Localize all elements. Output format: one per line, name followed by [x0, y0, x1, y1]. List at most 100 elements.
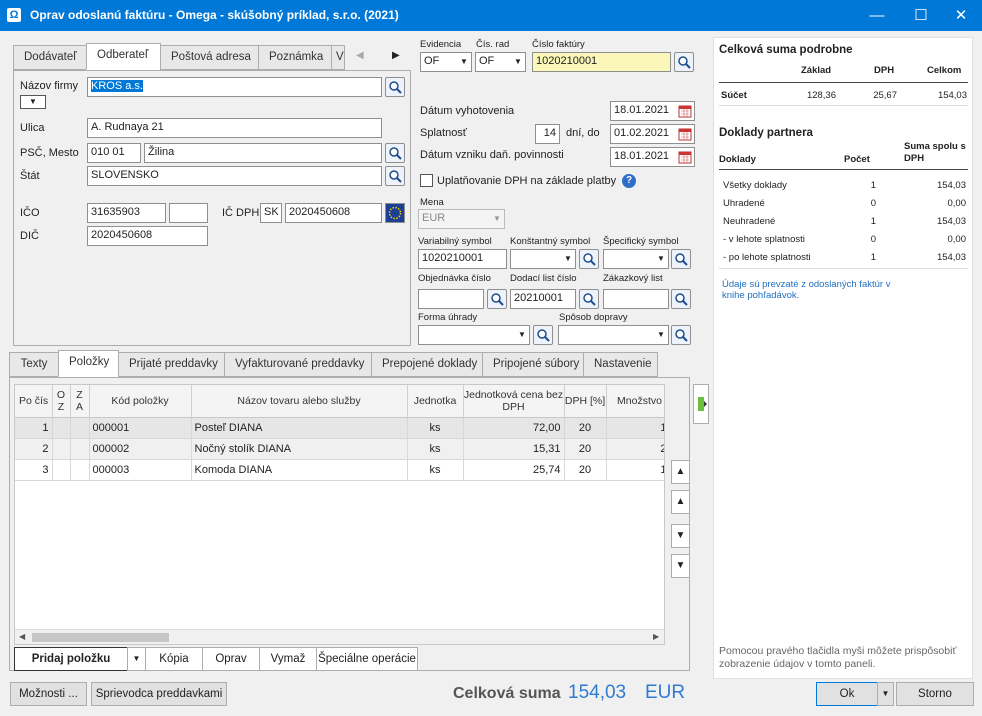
date-issued-input[interactable]: 18.01.2021 [610, 101, 695, 121]
delivery-input[interactable]: 20210001 [510, 289, 576, 309]
icdph-prefix-input[interactable]: SK [260, 203, 282, 223]
summary-col-base: Základ [801, 65, 832, 76]
zip-city-label: PSČ, Mesto [20, 147, 79, 159]
order-search-button[interactable] [487, 289, 507, 309]
col-header-qty[interactable]: Množstvo [606, 385, 664, 418]
tab-scroll-left-icon[interactable]: ◀ [356, 50, 364, 61]
tab-more[interactable]: V [331, 45, 345, 70]
move-up-button[interactable]: ▲ [671, 490, 690, 514]
copy-button[interactable]: Kópia [145, 647, 203, 671]
col-header-oz[interactable]: OZ [52, 385, 71, 418]
payment-form-select[interactable]: ▼ [418, 325, 530, 345]
calendar-icon[interactable] [678, 150, 692, 164]
constant-select[interactable]: ▼ [510, 249, 576, 269]
tab-dodavatel[interactable]: Dodávateľ [13, 45, 87, 70]
minimize-button[interactable]: — [854, 0, 900, 31]
city-input[interactable]: Žilina [144, 143, 382, 163]
specific-select[interactable]: ▼ [603, 249, 669, 269]
col-header-code[interactable]: Kód položky [89, 385, 192, 418]
customer-order-search-button[interactable] [671, 289, 691, 309]
col-header-za[interactable]: ZA [70, 385, 90, 418]
col-header-name[interactable]: Názov tovaru alebo služby [191, 385, 408, 418]
scrollbar-thumb[interactable] [32, 633, 169, 642]
delete-button[interactable]: Vymaž [259, 647, 317, 671]
col-header-vat[interactable]: DPH [%] [564, 385, 607, 418]
tab-vyfakturovane-preddavky[interactable]: Vyfakturované preddavky [224, 352, 372, 377]
variable-input[interactable]: 1020210001 [418, 249, 507, 269]
add-item-menu-button[interactable]: ▼ [127, 647, 146, 671]
tab-odberatel[interactable]: Odberateľ [86, 43, 161, 70]
table-row[interactable]: 2 000002 Nočný stolík DIANA ks 15,31 20 … [15, 438, 664, 460]
eu-vies-button[interactable] [385, 203, 405, 223]
dic-input[interactable]: 2020450608 [87, 226, 208, 246]
ico-input[interactable]: 31635903 [87, 203, 166, 223]
company-name-input[interactable]: KROS a.s. [87, 77, 382, 97]
items-grid[interactable]: Po čís OZ ZA Kód položky Názov tovaru al… [14, 384, 665, 645]
specific-search-button[interactable] [671, 249, 691, 269]
special-operations-button[interactable]: Špeciálne operácie [316, 647, 418, 671]
tab-pripojene-subory[interactable]: Pripojené súbory [482, 352, 584, 377]
calendar-icon[interactable] [678, 127, 692, 141]
street-input[interactable]: A. Rudnaya 21 [87, 118, 382, 138]
currency-select[interactable]: EUR ▼ [418, 209, 505, 229]
help-icon[interactable]: ? [622, 174, 636, 188]
city-search-button[interactable] [385, 143, 405, 163]
ico-extra-input[interactable] [169, 203, 208, 223]
due-days-input[interactable]: 14 [535, 124, 560, 144]
tax-date-input[interactable]: 18.01.2021 [610, 147, 695, 167]
cancel-button[interactable]: Storno [896, 682, 974, 706]
col-header-price[interactable]: Jednotková cena bez DPH [463, 385, 565, 418]
shipping-select[interactable]: ▼ [558, 325, 669, 345]
delivery-search-button[interactable] [579, 289, 599, 309]
evidencia-select[interactable]: OF ▼ [420, 52, 472, 72]
col-header-number[interactable]: Po čís [15, 385, 53, 418]
horizontal-scrollbar[interactable]: ◀ ▶ [15, 629, 664, 644]
scroll-left-icon[interactable]: ◀ [19, 632, 25, 641]
add-item-button[interactable]: Pridaj položku [14, 647, 128, 671]
edit-button[interactable]: Oprav [202, 647, 260, 671]
state-input[interactable]: SLOVENSKO [87, 166, 382, 186]
customer-order-input[interactable] [603, 289, 669, 309]
table-row[interactable]: 1 000001 Posteľ DIANA ks 72,00 20 1, [15, 417, 664, 439]
vat-payment-checkbox[interactable] [420, 174, 433, 187]
ok-menu-button[interactable]: ▼ [877, 682, 894, 706]
move-top-button[interactable]: ▲ [671, 460, 690, 484]
tab-poznamka[interactable]: Poznámka [258, 45, 332, 70]
tab-texty[interactable]: Texty [9, 352, 59, 377]
summary-sum-vat: 25,67 [873, 90, 897, 101]
col-header-unit[interactable]: Jednotka [407, 385, 464, 418]
summary-sum-base: 128,36 [806, 90, 836, 101]
constant-search-button[interactable] [579, 249, 599, 269]
chevron-down-icon: ▼ [564, 254, 572, 263]
tab-nastavenie[interactable]: Nastavenie [583, 352, 658, 377]
order-input[interactable] [418, 289, 484, 309]
close-button[interactable]: ✕ [938, 0, 982, 31]
tab-prijate-preddavky[interactable]: Prijaté preddavky [118, 352, 225, 377]
partner-note-link[interactable]: Údaje sú prevzaté z odoslaných faktúr v … [722, 279, 892, 301]
zip-input[interactable]: 010 01 [87, 143, 141, 163]
panel-toggle-button[interactable] [693, 384, 709, 424]
tab-scroll-right-icon[interactable]: ▶ [392, 50, 400, 61]
tab-postova-adresa[interactable]: Poštová adresa [160, 45, 259, 70]
ok-button[interactable]: Ok [816, 682, 878, 706]
tab-polozky[interactable]: Položky [58, 350, 119, 377]
table-row[interactable]: 3 000003 Komoda DIANA ks 25,74 20 1, [15, 459, 664, 481]
invoice-search-button[interactable] [674, 52, 694, 72]
move-bottom-button[interactable]: ▼ [671, 554, 690, 578]
shipping-search-button[interactable] [671, 325, 691, 345]
tab-prepojene-doklady[interactable]: Prepojené doklady [371, 352, 483, 377]
company-search-button[interactable] [385, 77, 405, 97]
scroll-right-icon[interactable]: ▶ [653, 632, 659, 641]
invoice-no-input[interactable]: 1020210001 [532, 52, 671, 72]
state-search-button[interactable] [385, 166, 405, 186]
advances-wizard-button[interactable]: Sprievodca preddavkami [91, 682, 227, 706]
icdph-input[interactable]: 2020450608 [285, 203, 382, 223]
due-date-input[interactable]: 01.02.2021 [610, 124, 695, 144]
calendar-icon[interactable] [678, 104, 692, 118]
move-down-button[interactable]: ▼ [671, 524, 690, 548]
company-dropdown[interactable]: ▼ [20, 95, 46, 109]
payment-form-search-button[interactable] [533, 325, 553, 345]
options-button[interactable]: Možnosti ... [10, 682, 87, 706]
chevron-down-icon: ▼ [881, 689, 890, 698]
cis-rad-select[interactable]: OF ▼ [475, 52, 526, 72]
